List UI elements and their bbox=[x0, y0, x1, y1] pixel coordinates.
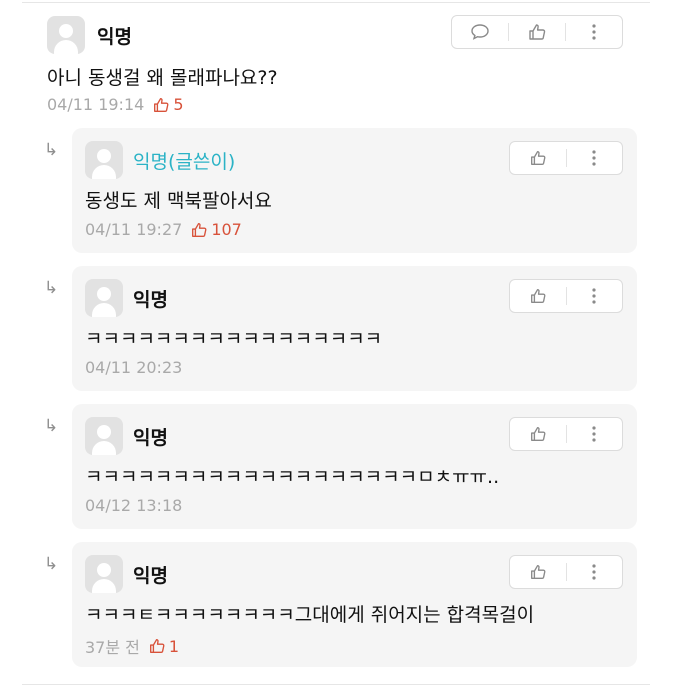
more-button[interactable] bbox=[566, 142, 622, 174]
reply-meta: 37분 전 1 bbox=[85, 634, 179, 658]
reply-meta: 04/11 19:27 107 bbox=[85, 220, 242, 239]
thumbs-up-icon bbox=[149, 639, 165, 653]
comment-author: 익명 bbox=[97, 26, 132, 48]
thumbs-up-icon bbox=[530, 289, 546, 303]
reply-actions bbox=[509, 555, 623, 589]
reply-card: 익명 ㅋㅋㅋㅋㅋㅋㅋㅋㅋㅋㅋㅋㅋㅋㅋㅋㅋ 04/11 20:23 bbox=[72, 266, 637, 391]
reply-time: 04/12 13:18 bbox=[85, 496, 183, 515]
bottom-divider bbox=[22, 684, 650, 685]
like-count: 1 bbox=[148, 637, 179, 656]
thumbs-up-icon bbox=[192, 222, 207, 237]
avatar bbox=[85, 417, 123, 455]
reply-meta: 04/12 13:18 bbox=[85, 496, 182, 515]
like-button[interactable] bbox=[510, 556, 566, 588]
reply-time: 37분 전 bbox=[85, 638, 140, 657]
reply-time: 04/11 20:23 bbox=[85, 358, 183, 377]
more-vertical-icon bbox=[592, 24, 596, 40]
reply-author: 익명(글쓴이) bbox=[133, 151, 236, 173]
reply-text: ㅋㅋㅋㅋㅋㅋㅋㅋㅋㅋㅋㅋㅋㅋㅋㅋㅋ bbox=[85, 328, 383, 350]
like-count: 107 bbox=[190, 220, 242, 239]
reply-author: 익명 bbox=[133, 289, 168, 311]
reply-text: ㅋㅋㅋㅌㅋㅋㅋㅋㅋㅋㅋㅋ그대에게 쥐어지는 합격목걸이 bbox=[85, 604, 535, 626]
more-button[interactable] bbox=[566, 418, 622, 450]
comment-time: 04/11 19:14 bbox=[47, 95, 145, 114]
like-button[interactable] bbox=[510, 280, 566, 312]
reply-button[interactable] bbox=[452, 16, 508, 48]
avatar bbox=[85, 555, 123, 593]
thumbs-up-icon bbox=[530, 427, 546, 441]
more-vertical-icon bbox=[592, 426, 596, 442]
reply-arrow-icon: ↳ bbox=[44, 140, 59, 160]
more-button[interactable] bbox=[566, 556, 622, 588]
thumbs-up-icon bbox=[530, 565, 546, 579]
more-button[interactable] bbox=[566, 16, 622, 48]
thumbs-up-icon bbox=[530, 151, 546, 165]
thumbs-up-icon bbox=[529, 24, 546, 40]
reply-text: 동생도 제 맥북팔아서요 bbox=[85, 190, 272, 212]
avatar bbox=[47, 16, 85, 54]
like-count: 5 bbox=[152, 95, 184, 114]
avatar bbox=[85, 141, 123, 179]
reply-card: 익명 ㅋㅋㅋㅌㅋㅋㅋㅋㅋㅋㅋㅋ그대에게 쥐어지는 합격목걸이 37분 전 1 bbox=[72, 542, 637, 667]
more-vertical-icon bbox=[592, 564, 596, 580]
reply-time: 04/11 19:27 bbox=[85, 220, 183, 239]
reply-arrow-icon: ↳ bbox=[44, 554, 59, 574]
like-button[interactable] bbox=[510, 418, 566, 450]
avatar bbox=[85, 279, 123, 317]
top-divider bbox=[22, 2, 650, 3]
reply-card: 익명 ㅋㅋㅋㅋㅋㅋㅋㅋㅋㅋㅋㅋㅋㅋㅋㅋㅋㅋㅋㅁㅊㅠㅠ.. 04/12 13:18 bbox=[72, 404, 637, 529]
reply-card: 익명(글쓴이) 동생도 제 맥북팔아서요 04/11 19:27 107 bbox=[72, 128, 637, 253]
reply-actions bbox=[509, 417, 623, 451]
reply-text: ㅋㅋㅋㅋㅋㅋㅋㅋㅋㅋㅋㅋㅋㅋㅋㅋㅋㅋㅋㅁㅊㅠㅠ.. bbox=[85, 466, 500, 488]
comment-icon bbox=[471, 24, 489, 40]
more-button[interactable] bbox=[566, 280, 622, 312]
reply-author: 익명 bbox=[133, 427, 168, 449]
more-vertical-icon bbox=[592, 288, 596, 304]
comment-meta: 04/11 19:14 5 bbox=[47, 95, 184, 114]
reply-arrow-icon: ↳ bbox=[44, 416, 59, 436]
reply-actions bbox=[509, 141, 623, 175]
reply-meta: 04/11 20:23 bbox=[85, 358, 182, 377]
more-vertical-icon bbox=[592, 150, 596, 166]
thumbs-up-icon bbox=[154, 97, 169, 112]
like-button[interactable] bbox=[509, 16, 565, 48]
reply-arrow-icon: ↳ bbox=[44, 278, 59, 298]
comment-text: 아니 동생걸 왜 몰래파나요?? bbox=[47, 67, 278, 89]
comment-actions bbox=[451, 15, 623, 49]
reply-author: 익명 bbox=[133, 565, 168, 587]
reply-actions bbox=[509, 279, 623, 313]
like-button[interactable] bbox=[510, 142, 566, 174]
